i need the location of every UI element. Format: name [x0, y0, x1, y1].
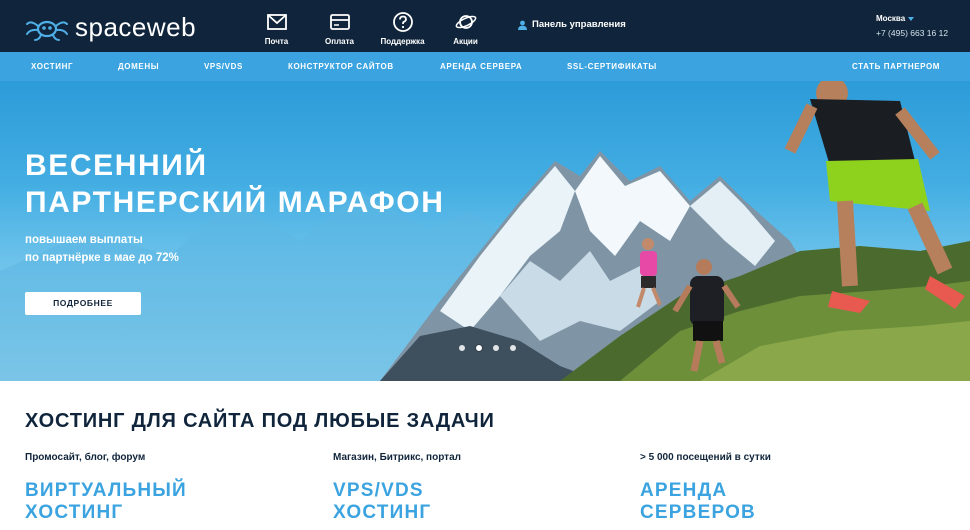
- nav-item-ssl[interactable]: SSL-СЕРТИФИКАТЫ: [567, 52, 657, 81]
- payment-link[interactable]: Оплата: [308, 0, 371, 52]
- hero-subtitle-line-2: по партнёрке в мае до 72%: [25, 252, 179, 264]
- hero-subtitle: повышаем выплаты по партнёрке в мае до 7…: [25, 231, 179, 267]
- nav-item-vps[interactable]: VPS/VDS: [204, 52, 243, 81]
- payment-label: Оплата: [325, 37, 354, 46]
- mail-icon: [266, 14, 287, 30]
- control-panel-label: Панель управления: [532, 19, 626, 30]
- hero-title: ВЕСЕННИЙ ПАРТНЕРСКИЙ МАРАФОН: [25, 147, 445, 221]
- planet-icon: [455, 15, 476, 29]
- nav-item-domains[interactable]: ДОМЕНЫ: [118, 52, 159, 81]
- logo-text: spaceweb: [75, 11, 197, 42]
- product-caption: Магазин, Битрикс, портал: [333, 452, 461, 463]
- spider-logo-icon: [26, 20, 68, 41]
- mail-label: Почта: [264, 37, 289, 46]
- product-name-line-1: ВИРТУАЛЬНЫЙ: [25, 480, 187, 501]
- card-icon: [329, 14, 350, 30]
- promo-label: Акции: [453, 37, 478, 46]
- slider-dot-1[interactable]: [459, 345, 465, 351]
- city-label: Москва: [876, 14, 906, 23]
- more-button[interactable]: ПОДРОБНЕЕ: [25, 292, 141, 315]
- nav-item-site-builder[interactable]: КОНСТРУКТОР САЙТОВ: [288, 52, 394, 81]
- product-name-line-1: АРЕНДА: [640, 480, 728, 501]
- hero-title-line-1: ВЕСЕННИЙ: [25, 149, 208, 182]
- chevron-down-icon: [908, 16, 915, 21]
- product-link-virtual-hosting[interactable]: ВИРТУАЛЬНЫЙ ХОСТИНГ: [25, 480, 305, 524]
- product-caption: Промосайт, блог, форум: [25, 452, 146, 463]
- product-column-virtual-hosting: Промосайт, блог, форум ВИРТУАЛЬНЫЙ ХОСТИ…: [25, 452, 305, 524]
- slider-dot-3[interactable]: [493, 345, 499, 351]
- nav-item-hosting[interactable]: ХОСТИНГ: [31, 52, 73, 81]
- hero-title-line-2: ПАРТНЕРСКИЙ МАРАФОН: [25, 186, 445, 219]
- control-panel-link[interactable]: Панель управления: [518, 19, 626, 30]
- product-column-vps: Магазин, Битрикс, портал VPS/VDS ХОСТИНГ: [333, 452, 613, 524]
- hero-banner: ВЕСЕННИЙ ПАРТНЕРСКИЙ МАРАФОН повышаем вы…: [0, 81, 970, 381]
- product-name-line-2: ХОСТИНГ: [333, 502, 432, 523]
- section-title: ХОСТИНГ ДЛЯ САЙТА ПОД ЛЮБЫЕ ЗАДАЧИ: [25, 410, 495, 432]
- product-link-servers[interactable]: АРЕНДА СЕРВЕРОВ: [640, 480, 920, 524]
- contact-block: Москва +7 (495) 663 16 12: [876, 14, 950, 38]
- city-selector[interactable]: Москва: [876, 14, 950, 23]
- mail-link[interactable]: Почта: [245, 0, 308, 52]
- product-link-vps[interactable]: VPS/VDS ХОСТИНГ: [333, 480, 613, 524]
- logo[interactable]: spaceweb: [25, 12, 196, 42]
- nav-item-server-rent[interactable]: АРЕНДА СЕРВЕРА: [440, 52, 522, 81]
- product-name-line-2: СЕРВЕРОВ: [640, 502, 756, 523]
- help-icon: [392, 12, 413, 32]
- nav-item-partner[interactable]: СТАТЬ ПАРТНЕРОМ: [852, 52, 940, 81]
- support-label: Поддержка: [380, 37, 425, 46]
- support-link[interactable]: Поддержка: [371, 0, 434, 52]
- slider-dot-4[interactable]: [510, 345, 516, 351]
- product-column-servers: > 5 000 посещений в сутки АРЕНДА СЕРВЕРО…: [640, 452, 920, 524]
- main-nav: ХОСТИНГ ДОМЕНЫ VPS/VDS КОНСТРУКТОР САЙТО…: [0, 52, 970, 81]
- product-caption: > 5 000 посещений в сутки: [640, 452, 771, 463]
- hero-subtitle-line-1: повышаем выплаты: [25, 234, 143, 246]
- top-header: spaceweb Почта Оплата Поддержка Акции Па…: [0, 0, 970, 52]
- promo-link[interactable]: Акции: [434, 0, 497, 52]
- slider-dot-2[interactable]: [476, 345, 482, 351]
- phone-number[interactable]: +7 (495) 663 16 12: [876, 28, 950, 38]
- product-name-line-1: VPS/VDS: [333, 480, 424, 501]
- product-name-line-2: ХОСТИНГ: [25, 502, 124, 523]
- top-icon-menu: Почта Оплата Поддержка Акции: [245, 0, 497, 52]
- slider-dots: [459, 345, 516, 351]
- user-icon: [518, 20, 527, 30]
